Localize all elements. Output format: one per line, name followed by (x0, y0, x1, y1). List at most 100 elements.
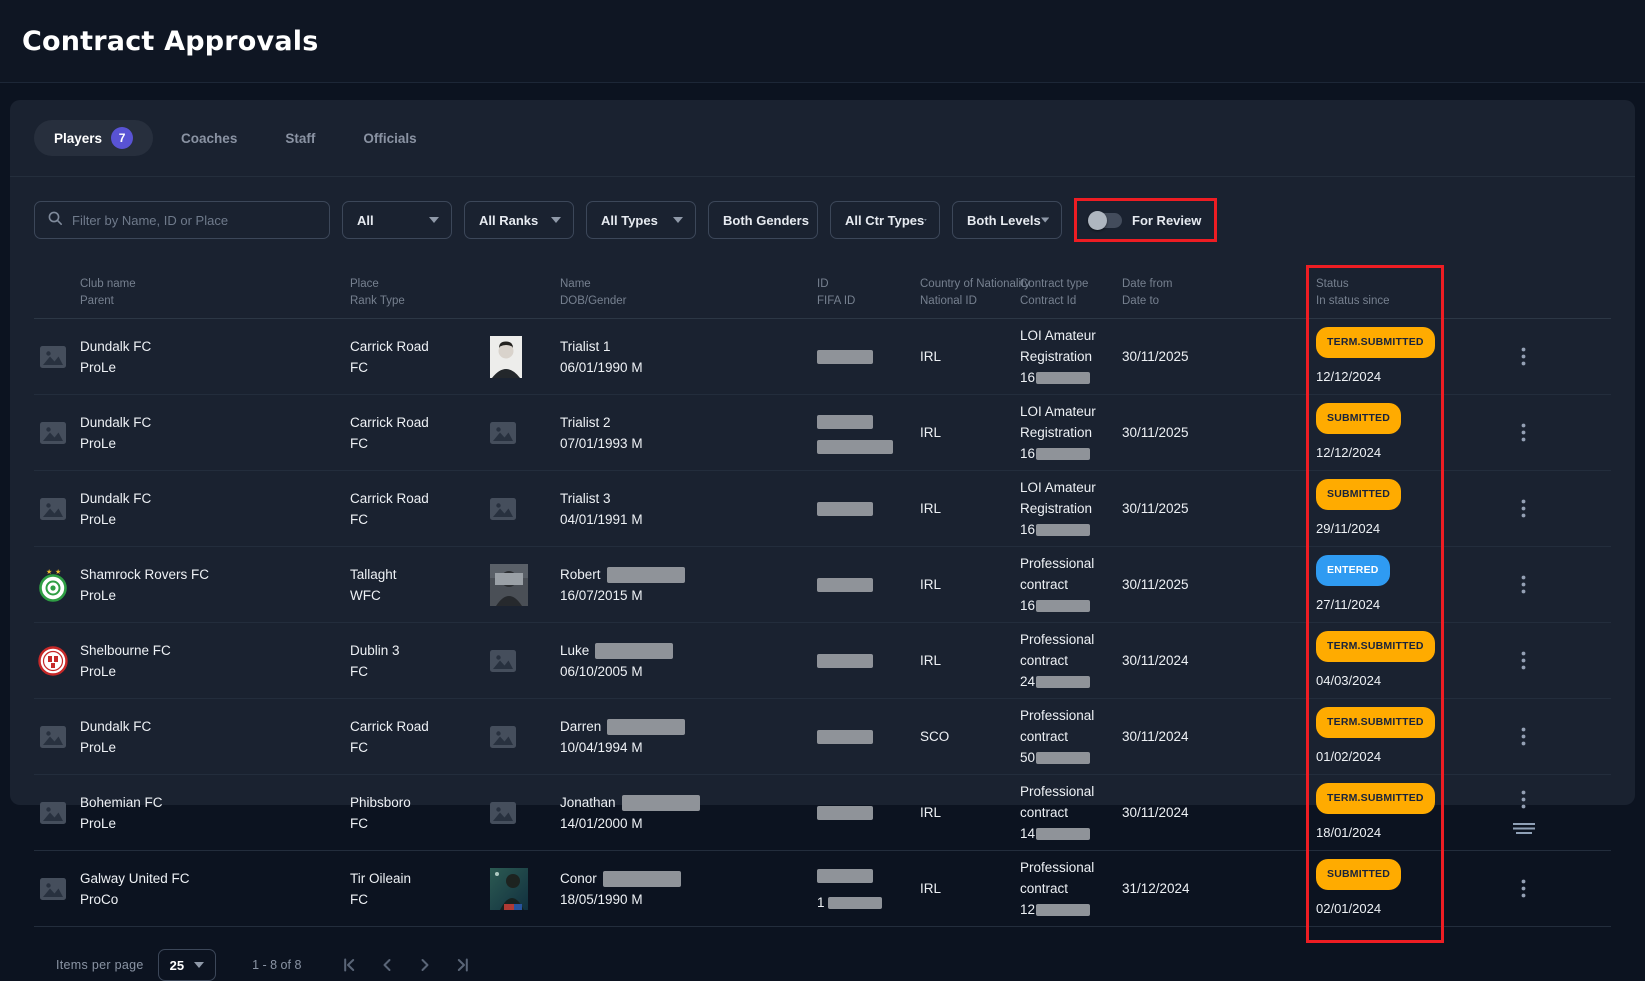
id-cell (817, 346, 920, 367)
first-page-icon (340, 956, 358, 974)
search-box[interactable] (34, 201, 330, 239)
table-header-row: Club nameParent PlaceRank Type NameDOB/G… (34, 266, 1611, 319)
row-menu-button[interactable] (1517, 647, 1530, 674)
date-from-cell: 30/11/2024 (1122, 802, 1306, 823)
filter-dropdown-all[interactable]: All (342, 201, 452, 239)
row-menu-button[interactable] (1517, 495, 1530, 522)
redacted-surname (622, 795, 700, 811)
id-cell (817, 802, 920, 823)
id-cell (817, 411, 920, 454)
club-cell: Shamrock Rovers FC ProLe (80, 564, 350, 606)
kebab-menu-icon (1521, 790, 1526, 809)
redacted-id (817, 415, 873, 429)
last-page-icon (454, 956, 472, 974)
club-logo (34, 726, 80, 748)
row-menu-button[interactable] (1517, 571, 1530, 598)
name-cell: Luke 06/10/2005 M (560, 640, 817, 682)
row-menu-button[interactable] (1517, 343, 1530, 370)
contracts-table: Club nameParent PlaceRank Type NameDOB/G… (34, 266, 1611, 927)
country-cell: IRL (920, 498, 1020, 519)
club-cell: Shelbourne FC ProLe (80, 640, 350, 682)
filter-dropdown-both-levels[interactable]: Both Levels (952, 201, 1062, 239)
table-row: Dundalk FC ProLe Carrick Road FC Trialis… (34, 471, 1611, 547)
tab-label: Staff (285, 131, 315, 146)
status-since: 29/11/2024 (1316, 518, 1436, 539)
place-cell: Carrick Road FC (350, 412, 488, 454)
last-page-button[interactable] (451, 953, 475, 977)
country-cell: SCO (920, 726, 1020, 747)
items-per-page-label: Items per page (56, 958, 144, 972)
pagination: Items per page 25 1 - 8 of 8 (34, 941, 1611, 981)
image-placeholder-icon (490, 422, 516, 444)
redacted-id (817, 730, 873, 744)
redacted-id (828, 897, 882, 909)
filter-dropdown-both-genders[interactable]: Both Genders (708, 201, 818, 239)
date-from-cell: 30/11/2025 (1122, 346, 1306, 367)
club-cell: Dundalk FC ProLe (80, 336, 350, 378)
table-row: Dundalk FC ProLe Carrick Road FC Trialis… (34, 395, 1611, 471)
row-actions (1444, 571, 1611, 598)
tab-staff[interactable]: Staff (265, 120, 335, 156)
club-logo (34, 644, 80, 678)
page-size-select[interactable]: 25 (158, 949, 216, 981)
filter-bar: All All Ranks All Types Both Genders All… (34, 198, 1611, 242)
next-page-button[interactable] (413, 953, 437, 977)
tabs-divider (10, 176, 1635, 177)
row-notes-button[interactable] (1508, 818, 1540, 839)
player-avatar (488, 868, 560, 910)
redacted-surname (603, 871, 681, 887)
player-avatar (488, 726, 560, 748)
image-placeholder-icon (490, 498, 516, 520)
date-from-cell: 30/11/2025 (1122, 422, 1306, 443)
chevron-down-icon (1041, 217, 1049, 223)
row-actions (1444, 875, 1611, 902)
player-avatar (488, 336, 560, 378)
filter-dropdown-all-ctr-types[interactable]: All Ctr Types (830, 201, 940, 239)
redacted-id (817, 578, 873, 592)
for-review-toggle[interactable] (1090, 213, 1122, 228)
chevron-right-icon (416, 956, 434, 974)
image-placeholder-icon (40, 802, 66, 824)
tab-coaches[interactable]: Coaches (161, 120, 257, 156)
table-row: Shelbourne FC ProLe Dublin 3 FC Luke 06/… (34, 623, 1611, 699)
row-menu-button[interactable] (1517, 419, 1530, 446)
player-avatar (488, 564, 560, 606)
image-placeholder-icon (40, 726, 66, 748)
status-cell: TERM.SUBMITTED 18/01/2024 (1306, 783, 1444, 843)
kebab-menu-icon (1521, 423, 1526, 442)
status-badge: TERM.SUBMITTED (1316, 783, 1435, 814)
club-logo (34, 422, 80, 444)
name-cell: Robert 16/07/2015 M (560, 564, 817, 606)
col-club-name: Club nameParent (80, 276, 350, 310)
redacted-id (817, 654, 873, 668)
col-place: PlaceRank Type (350, 276, 488, 310)
previous-page-button[interactable] (375, 953, 399, 977)
contract-cell: Professional contract 14 (1020, 781, 1122, 844)
id-cell (817, 574, 920, 595)
tab-officials[interactable]: Officials (343, 120, 436, 156)
country-cell: IRL (920, 574, 1020, 595)
club-cell: Bohemian FC ProLe (80, 792, 350, 834)
status-since: 01/02/2024 (1316, 746, 1436, 767)
search-input[interactable] (72, 213, 317, 228)
place-cell: Tallaght WFC (350, 564, 488, 606)
name-cell: Conor 18/05/1990 M (560, 868, 817, 910)
filter-dropdown-all-ranks[interactable]: All Ranks (464, 201, 574, 239)
player-avatar (488, 802, 560, 824)
kebab-menu-icon (1521, 347, 1526, 366)
row-menu-button[interactable] (1517, 723, 1530, 750)
tab-label: Officials (363, 131, 416, 146)
tab-players[interactable]: Players 7 (34, 120, 153, 156)
filter-dropdown-all-types[interactable]: All Types (586, 201, 696, 239)
first-page-button[interactable] (337, 953, 361, 977)
kebab-menu-icon (1521, 651, 1526, 670)
club-logo (34, 878, 80, 900)
kebab-menu-icon (1521, 499, 1526, 518)
image-placeholder-icon (40, 422, 66, 444)
row-menu-button[interactable] (1517, 875, 1530, 902)
filter-dropdowns: All All Ranks All Types Both Genders All… (342, 201, 1062, 239)
row-actions (1444, 419, 1611, 446)
player-avatar (488, 422, 560, 444)
status-badge: SUBMITTED (1316, 479, 1401, 510)
row-menu-button[interactable] (1517, 786, 1530, 813)
